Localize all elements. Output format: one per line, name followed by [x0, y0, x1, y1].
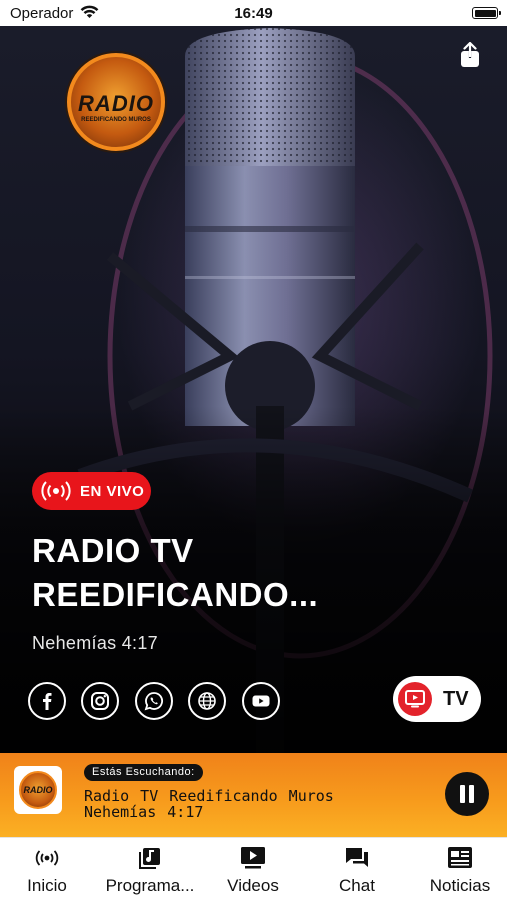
chat-icon [346, 848, 368, 867]
whatsapp-icon [144, 692, 163, 711]
website-button[interactable] [188, 682, 226, 720]
now-playing-subtitle: Nehemías 4:17 [84, 803, 204, 821]
whatsapp-button[interactable] [135, 682, 173, 720]
instagram-button[interactable] [81, 682, 119, 720]
logo-subtext: REEDIFICANDO MUROS [81, 117, 151, 123]
station-title-line-2: REEDIFICANDO... [32, 576, 319, 613]
now-playing-artwork: RADIO [14, 766, 62, 814]
tab-inicio[interactable]: Inicio [0, 838, 97, 900]
pause-button[interactable] [445, 772, 489, 816]
station-title-line-1: RADIO TV [32, 532, 194, 569]
tab-label: Noticias [429, 876, 491, 895]
hero-section: RADIO REEDIFICANDO MUROS EN VIVO RADIO T… [0, 26, 507, 753]
now-playing-bar[interactable]: RADIO Estás Escuchando: Radio TV Reedifi… [0, 753, 507, 837]
status-bar: Operador 16:49 [0, 0, 507, 26]
tab-chat[interactable]: Chat [307, 838, 407, 900]
tab-label: Videos [227, 876, 279, 895]
instagram-icon [91, 692, 109, 710]
youtube-icon [252, 695, 270, 707]
tab-videos[interactable]: Videos [203, 838, 303, 900]
live-label: EN VIVO [80, 483, 145, 500]
station-logo: RADIO REEDIFICANDO MUROS [67, 53, 165, 151]
battery-icon [472, 7, 501, 19]
facebook-button[interactable] [28, 682, 66, 720]
share-button[interactable] [459, 41, 481, 68]
tab-label: Chat [339, 876, 375, 895]
tab-noticias[interactable]: Noticias [410, 838, 507, 900]
artwork-logo-text: RADIO [23, 785, 53, 795]
tv-label: TV [443, 688, 469, 710]
youtube-button[interactable] [242, 682, 280, 720]
tv-icon [398, 682, 432, 716]
tab-programacion[interactable]: Programa... [100, 838, 200, 900]
music-note-icon [139, 848, 160, 869]
share-icon [461, 41, 479, 67]
tab-bar: Inicio Programa... Videos Chat Noticias [0, 837, 507, 900]
live-badge: EN VIVO [32, 472, 151, 510]
broadcast-icon [41, 481, 71, 501]
station-title: RADIO TV REEDIFICANDO... [32, 529, 472, 617]
facebook-icon [43, 693, 52, 710]
station-subtitle: Nehemías 4:17 [32, 633, 158, 653]
globe-icon [198, 692, 216, 710]
tab-label: Programa... [105, 876, 195, 895]
clock: 16:49 [234, 5, 273, 22]
now-playing-label: Estás Escuchando: [84, 764, 203, 781]
logo-text: RADIO [78, 91, 154, 116]
live-icon [35, 850, 59, 866]
tv-button[interactable]: TV [393, 676, 481, 722]
news-icon [448, 847, 472, 868]
tab-label: Inicio [27, 876, 67, 895]
video-icon [241, 847, 265, 869]
